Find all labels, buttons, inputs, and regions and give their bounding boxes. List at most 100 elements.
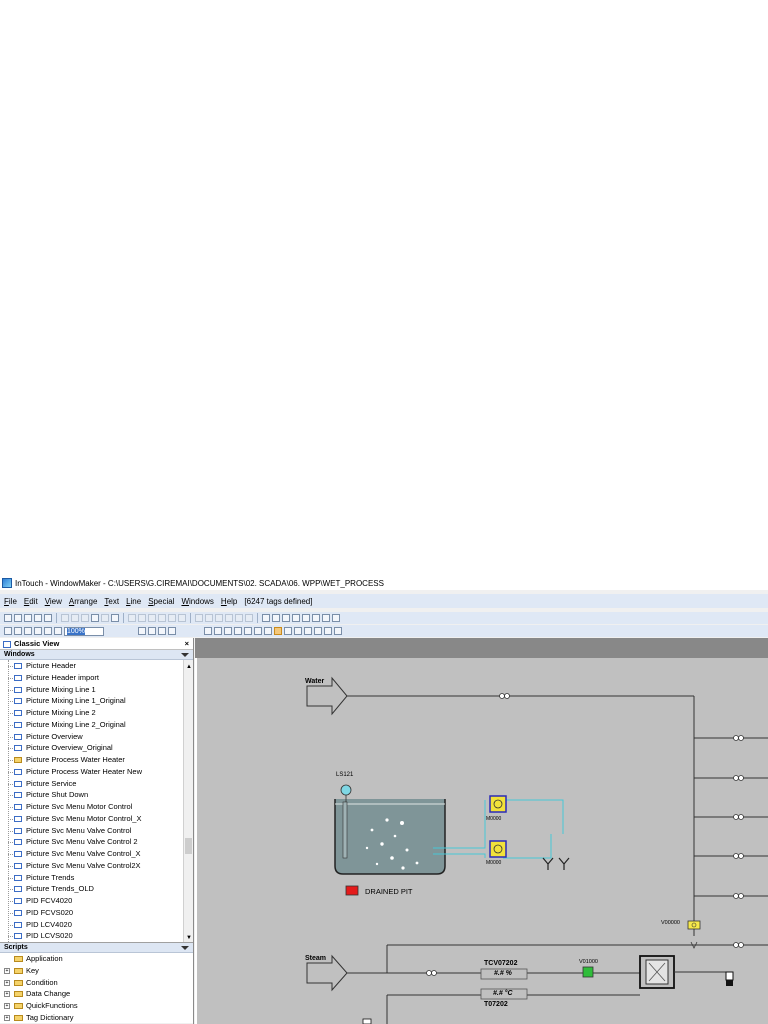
windows-section-header[interactable]: Windows (0, 650, 193, 660)
open-window-button[interactable] (14, 614, 22, 622)
water-valve-icon[interactable] (499, 693, 510, 699)
steam-valve-icon[interactable] (426, 970, 437, 976)
align-middle-button[interactable] (168, 614, 176, 622)
text-tool-button[interactable] (312, 614, 320, 622)
bold-button[interactable] (214, 627, 222, 635)
zoom-level-select[interactable]: 100% (64, 626, 104, 636)
menu-arrange[interactable]: Arrange (69, 597, 97, 606)
new-window-button[interactable] (4, 614, 12, 622)
rect-tool-button[interactable] (292, 614, 300, 622)
expand-icon[interactable]: + (4, 1003, 10, 1009)
motor-bottom-icon[interactable] (489, 840, 507, 858)
image-button[interactable] (158, 627, 166, 635)
process-canvas[interactable]: Water LS121 M0000 M0000 DRAINED PIT V000… (197, 658, 768, 1024)
upper-steam-valve-icon[interactable] (733, 942, 744, 948)
window-list-item[interactable]: PID LCVS020 (0, 930, 193, 942)
window-list-item[interactable]: Picture Service (0, 778, 193, 790)
save-button[interactable] (34, 614, 42, 622)
align-top-button[interactable] (158, 614, 166, 622)
align-bottom-button[interactable] (178, 614, 186, 622)
paste-button[interactable] (81, 614, 89, 622)
window-list-item[interactable]: Picture Svc Menu Valve Control_X (0, 848, 193, 860)
text-right-button[interactable] (284, 627, 292, 635)
send-back-button[interactable] (205, 614, 213, 622)
pan-button[interactable] (54, 627, 62, 635)
dropdown-arrow-icon[interactable] (138, 627, 146, 635)
window-list-item[interactable]: Picture Trends (0, 872, 193, 884)
window-list-item[interactable]: Picture Mixing Line 1 (0, 684, 193, 696)
undo-button[interactable] (91, 614, 99, 622)
window-list-item[interactable]: Picture Svc Menu Valve Control2X (0, 860, 193, 872)
window-list-item[interactable]: Picture Mixing Line 2 (0, 707, 193, 719)
tag-browser-button[interactable] (168, 627, 176, 635)
script-list-item[interactable]: + Condition (0, 977, 193, 989)
polygon-tool-button[interactable] (332, 614, 340, 622)
expand-icon[interactable]: + (4, 979, 10, 986)
zoom-out-button[interactable] (24, 627, 32, 635)
window-list-item[interactable]: Picture Svc Menu Motor Control_X (0, 813, 193, 825)
align-left-button[interactable] (128, 614, 136, 622)
scroll-down-icon[interactable]: ▼ (186, 935, 192, 941)
script-list-item[interactable]: + Data Change (0, 988, 193, 1000)
line-style-button[interactable] (334, 627, 342, 635)
fill-color-button[interactable] (304, 627, 312, 635)
window-list-item[interactable]: Picture Svc Menu Motor Control (0, 801, 193, 813)
script-list-item[interactable]: Application (0, 953, 193, 965)
cut-button[interactable] (61, 614, 69, 622)
wizard-button[interactable] (262, 614, 270, 622)
expand-icon[interactable]: + (4, 967, 10, 974)
copy-button[interactable] (71, 614, 79, 622)
window-list-item[interactable]: Picture Process Water Heater (0, 754, 193, 766)
break-symbol-button[interactable] (245, 614, 253, 622)
script-list-item[interactable]: + QuickFunctions (0, 1000, 193, 1012)
collapse-arrow-icon[interactable] (181, 945, 189, 950)
print-button[interactable] (44, 614, 52, 622)
green-valve-icon[interactable] (582, 966, 594, 978)
zoom-fit-button[interactable] (44, 627, 52, 635)
menu-file[interactable]: File (4, 597, 17, 606)
window-list-item[interactable]: PID FCS4032 (0, 942, 193, 943)
make-symbol-button[interactable] (235, 614, 243, 622)
line-color-button[interactable] (294, 627, 302, 635)
window-list-item[interactable]: Picture Trends_OLD (0, 883, 193, 895)
scripts-section-header[interactable]: Scripts (0, 943, 193, 953)
zoom-in-button[interactable] (14, 627, 22, 635)
italic-button[interactable] (224, 627, 232, 635)
window-list-item[interactable]: PID FCVS020 (0, 907, 193, 919)
redo-button[interactable] (101, 614, 109, 622)
window-list-item[interactable]: PID LCV4020 (0, 919, 193, 931)
button-tool-button[interactable] (322, 614, 330, 622)
menu-windows[interactable]: Windows (181, 597, 213, 606)
window-list-item[interactable]: Picture Overview_Original (0, 742, 193, 754)
bitmap-button[interactable] (272, 614, 280, 622)
expand-icon[interactable]: + (4, 991, 10, 998)
font-grow-button[interactable] (254, 627, 262, 635)
menu-view[interactable]: View (45, 597, 62, 606)
window-list-item[interactable]: Picture Svc Menu Valve Control (0, 825, 193, 837)
group-button[interactable] (215, 614, 223, 622)
window-list-item[interactable]: Picture Header import (0, 672, 193, 684)
yellow-valve-icon[interactable] (687, 920, 701, 930)
scroll-thumb[interactable] (185, 838, 192, 854)
text-color-button[interactable] (314, 627, 322, 635)
menu-edit[interactable]: Edit (24, 597, 38, 606)
script-list-item[interactable]: + Tag Dictionary (0, 1012, 193, 1023)
zoom-window-button[interactable] (34, 627, 42, 635)
menu-text[interactable]: Text (104, 597, 119, 606)
window-list-item[interactable]: Picture Svc Menu Valve Control 2 (0, 836, 193, 848)
close-icon[interactable]: × (185, 639, 189, 648)
text-left-button[interactable] (264, 627, 272, 635)
font-shrink-button[interactable] (244, 627, 252, 635)
script-list-item[interactable]: + Key (0, 965, 193, 977)
window-list-item[interactable]: Picture Mixing Line 1_Original (0, 695, 193, 707)
ungroup-button[interactable] (225, 614, 233, 622)
window-list-item[interactable]: Picture Overview (0, 731, 193, 743)
level-switch-icon[interactable] (340, 784, 352, 796)
window-list-item[interactable]: Picture Process Water Heater New (0, 766, 193, 778)
grid-button[interactable] (4, 627, 12, 635)
fill-tool-button[interactable] (148, 627, 156, 635)
line-tool-button[interactable] (282, 614, 290, 622)
motor-top-icon[interactable] (489, 795, 507, 813)
align-right-button[interactable] (148, 614, 156, 622)
windows-scrollbar[interactable]: ▲ ▼ (183, 660, 193, 942)
